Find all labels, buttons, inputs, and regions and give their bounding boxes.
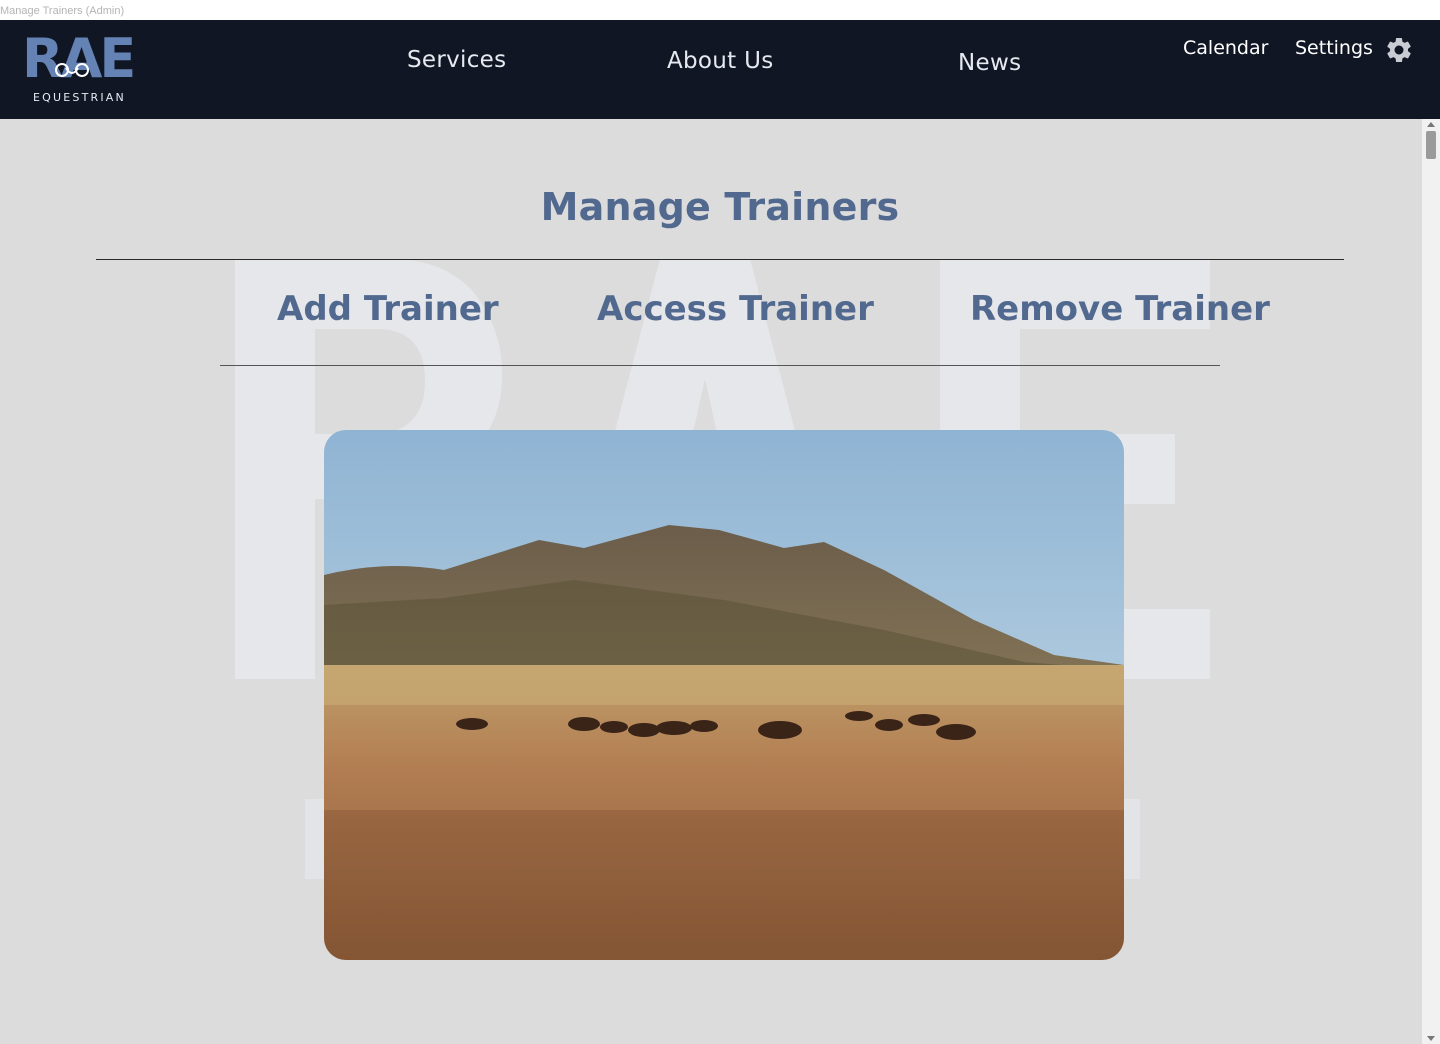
landscape-image [324,430,1124,960]
nav-services[interactable]: Services [407,47,506,73]
nav-about-us[interactable]: About Us [667,48,774,74]
scroll-thumb[interactable] [1426,131,1436,159]
nav-news[interactable]: News [958,50,1021,76]
nav-calendar[interactable]: Calendar [1183,37,1268,59]
tab-access-trainer[interactable]: Access Trainer [597,289,874,329]
scroll-down-arrow-icon[interactable] [1427,1036,1435,1041]
divider [96,259,1344,260]
logo[interactable]: RAE EQUESTRIAN [22,32,140,112]
tab-add-trainer[interactable]: Add Trainer [277,289,499,329]
navbar: RAE EQUESTRIAN Services About Us News Ca… [0,20,1440,119]
scroll-up-arrow-icon[interactable] [1427,122,1435,127]
nav-settings[interactable]: Settings [1295,37,1373,59]
main-content: Manage Trainers Add Trainer Access Train… [0,119,1422,1044]
window-title: Manage Trainers (Admin) [0,5,125,17]
page-title: Manage Trainers [540,185,900,229]
tab-remove-trainer[interactable]: Remove Trainer [970,289,1270,329]
scrollbar[interactable] [1422,119,1440,1044]
gear-icon[interactable] [1384,35,1414,65]
horse-bit-icon [55,63,89,77]
horses-prairie-illustration [324,430,1124,960]
logo-subtitle: EQUESTRIAN [33,91,126,104]
divider [220,365,1220,366]
